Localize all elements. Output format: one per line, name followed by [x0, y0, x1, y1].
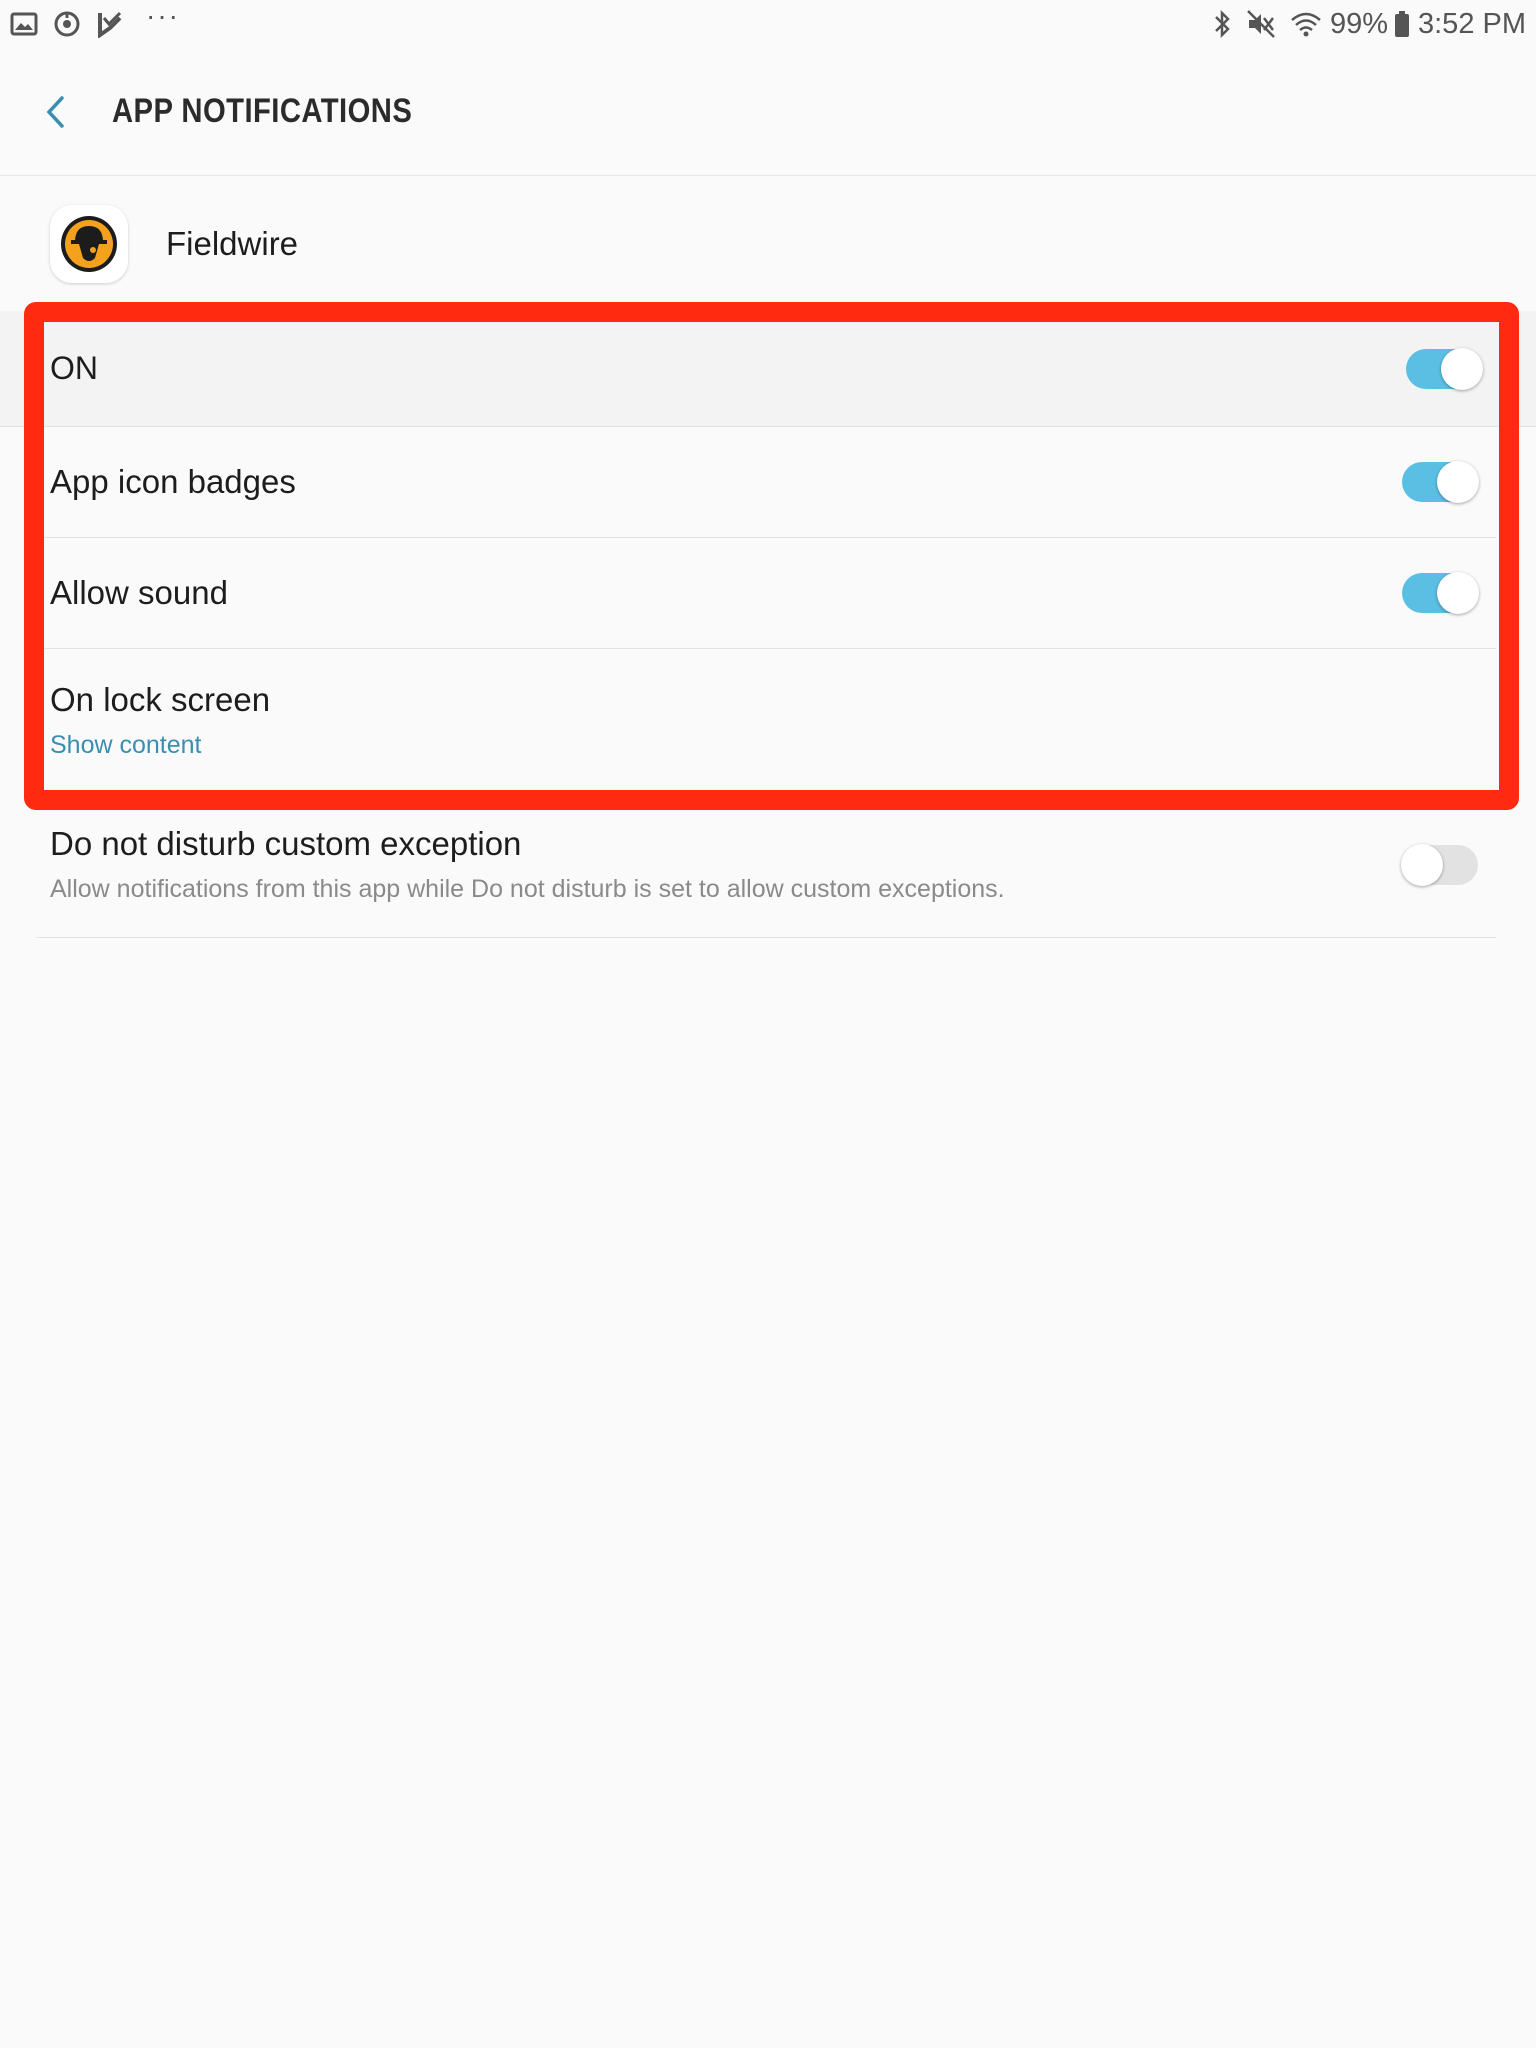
lock-screen-value: Show content: [50, 730, 202, 759]
allow-sound-label: Allow sound: [50, 574, 228, 611]
back-chevron-icon: [46, 95, 64, 128]
battery-percent: 99%: [1329, 7, 1388, 40]
app-icon-badges-label: App icon badges: [50, 463, 296, 500]
wifi-icon: [1290, 8, 1322, 40]
battery-icon: [1394, 8, 1410, 40]
mute-icon: [1246, 8, 1276, 40]
app-icon-badges-toggle[interactable]: [1402, 461, 1479, 503]
master-switch-toggle[interactable]: [1406, 347, 1483, 390]
allow-sound-toggle[interactable]: [1402, 572, 1479, 614]
app-name: Fieldwire: [166, 224, 299, 262]
dnd-exception-toggle[interactable]: [1401, 843, 1478, 886]
app-bar: APP NOTIFICATIONS: [0, 48, 1536, 176]
settings-list: ON App icon badges Allow sound On lock s…: [0, 311, 1536, 938]
allow-sound-row[interactable]: Allow sound: [40, 538, 1496, 649]
status-right: 99% 3:52 PM: [1206, 8, 1526, 41]
status-left: ···: [10, 2, 180, 40]
dnd-exception-label: Do not disturb custom exception: [50, 825, 522, 862]
back-button[interactable]: [26, 82, 86, 142]
clock: 3:52 PM: [1418, 7, 1526, 40]
dnd-exception-row[interactable]: Do not disturb custom exception Allow no…: [36, 792, 1496, 938]
app-info-row: Fieldwire: [0, 176, 1536, 311]
more-notifications: ···: [146, 0, 180, 31]
app-icon-badges-row[interactable]: App icon badges: [40, 427, 1496, 538]
master-switch-label: ON: [50, 350, 98, 386]
sync-icon: [52, 8, 82, 40]
task-icon: [96, 8, 124, 40]
master-switch-row[interactable]: ON: [0, 311, 1536, 427]
page-title: APP NOTIFICATIONS: [112, 92, 413, 130]
lock-screen-label: On lock screen: [50, 680, 271, 718]
bluetooth-icon: [1212, 8, 1232, 40]
fieldwire-app-icon: [50, 204, 128, 283]
dnd-exception-description: Allow notifications from this app while …: [50, 875, 1005, 903]
lock-screen-row[interactable]: On lock screen Show content: [40, 649, 1496, 792]
gallery-icon: [10, 8, 38, 40]
status-bar: ··· 99% 3:52 PM: [0, 0, 1536, 48]
